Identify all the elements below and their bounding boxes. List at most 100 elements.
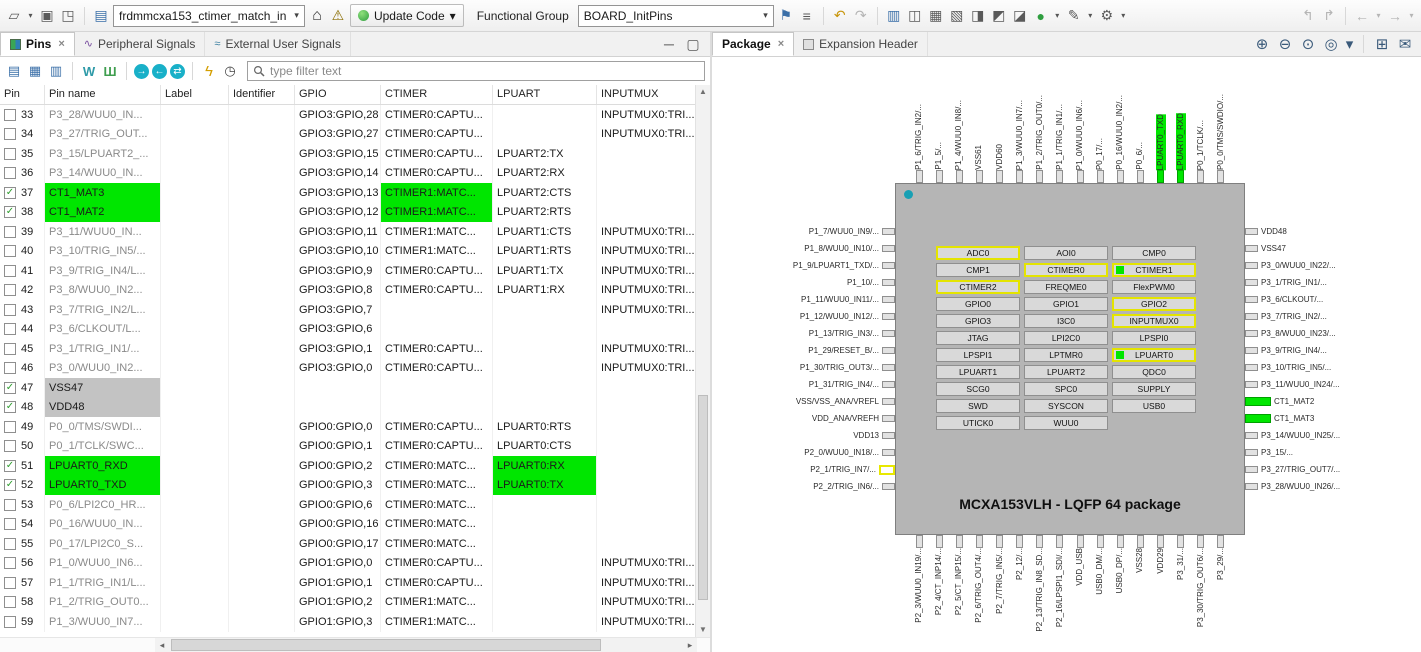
- gpio-cell[interactable]: GPIO0:GPIO,17: [295, 534, 381, 554]
- pin-stub[interactable]: [1245, 397, 1271, 406]
- pin-label[interactable]: P2_6/TRIG_OUT4/...: [974, 548, 984, 623]
- pin-label[interactable]: USB0_DM/...: [1095, 548, 1105, 595]
- tab-pins[interactable]: Pins ×: [0, 32, 75, 56]
- pin-stub[interactable]: [882, 432, 895, 439]
- pin-stub[interactable]: [1177, 535, 1184, 548]
- peripheral-block[interactable]: LPSPI1: [936, 348, 1020, 362]
- row-checkbox[interactable]: [4, 128, 16, 140]
- pin-name-cell[interactable]: P3_27/TRIG_OUT...: [45, 125, 161, 145]
- pin-stub[interactable]: [1245, 330, 1258, 337]
- pin-name-cell[interactable]: LPUART0_TXD: [45, 476, 161, 496]
- row-checkbox[interactable]: ✓: [4, 460, 16, 472]
- table-row[interactable]: ✓38CT1_MAT2GPIO3:GPIO,12CTIMER1:MATC...L…: [0, 203, 697, 223]
- scroll-right-icon[interactable]: ▸: [683, 638, 697, 652]
- pin-label[interactable]: P3_30/TRIG_OUT6/...: [1196, 548, 1206, 627]
- lpuart-cell[interactable]: LPUART0:RTS: [493, 417, 597, 437]
- pin-label[interactable]: VDD13: [853, 431, 879, 441]
- pin-label[interactable]: VDD60: [995, 144, 1005, 170]
- column-header-pin-name[interactable]: Pin name: [45, 85, 161, 104]
- peripheral-block[interactable]: INPUTMUX0: [1112, 314, 1196, 328]
- ctimer-cell[interactable]: [381, 398, 493, 418]
- pin-label[interactable]: P1_9/LPUART1_TXD/...: [793, 261, 879, 271]
- pin-stub[interactable]: [1245, 466, 1258, 473]
- zoom-mode-icon[interactable]: ◎: [1322, 35, 1340, 53]
- identifier-cell[interactable]: [229, 125, 295, 145]
- new-configuration-icon[interactable]: ▱: [5, 7, 23, 25]
- vertical-scrollbar[interactable]: ▲ ▼: [695, 85, 710, 637]
- ctimer-cell[interactable]: CTIMER1:MATC...: [381, 222, 493, 242]
- inputmux-cell[interactable]: INPUTMUX0:TRI...: [597, 261, 697, 281]
- memory-view-icon[interactable]: ▦: [927, 7, 945, 25]
- pin-label[interactable]: P1_12/WUU0_IN12/...: [800, 312, 879, 322]
- inputmux-cell[interactable]: [597, 495, 697, 515]
- identifier-cell[interactable]: [229, 476, 295, 496]
- inputmux-cell[interactable]: INPUTMUX0:TRI...: [597, 554, 697, 574]
- pin-stub[interactable]: [1197, 535, 1204, 548]
- ctimer-cell[interactable]: CTIMER0:CAPTU...: [381, 144, 493, 164]
- pin-label[interactable]: P1_2/TRIG_OUT0/...: [1035, 95, 1045, 170]
- pin-stub[interactable]: [996, 535, 1003, 548]
- log-icon[interactable]: ≡: [798, 7, 816, 25]
- gpio-cell[interactable]: GPIO1:GPIO,0: [295, 554, 381, 574]
- pin-stub[interactable]: [1117, 170, 1124, 183]
- identifier-cell[interactable]: [229, 300, 295, 320]
- identifier-cell[interactable]: [229, 495, 295, 515]
- pin-stub[interactable]: [916, 535, 923, 548]
- gpio-cell[interactable]: [295, 398, 381, 418]
- pin-stub[interactable]: [1245, 432, 1258, 439]
- table-row[interactable]: 41P3_9/TRIG_IN4/L...GPIO3:GPIO,9CTIMER0:…: [0, 261, 697, 281]
- peripheral-block[interactable]: LPUART1: [936, 365, 1020, 379]
- pin-stub[interactable]: [882, 228, 895, 235]
- pin-label[interactable]: P1_0/WUU0_IN6/...: [1075, 100, 1085, 170]
- pin-label[interactable]: P2_12/...: [1015, 548, 1025, 580]
- pin-name-cell[interactable]: VSS47: [45, 378, 161, 398]
- identifier-cell[interactable]: [229, 378, 295, 398]
- console-view-icon[interactable]: ▥: [885, 7, 903, 25]
- scroll-up-icon[interactable]: ▲: [696, 85, 710, 99]
- pin-label[interactable]: P3_6/CLKOUT/...: [1261, 295, 1323, 305]
- ctimer-cell[interactable]: [381, 378, 493, 398]
- pin-label[interactable]: P3_8/WUU0_IN23/...: [1261, 329, 1336, 339]
- gpio-cell[interactable]: GPIO3:GPIO,12: [295, 203, 381, 223]
- pin-stub[interactable]: [1245, 347, 1258, 354]
- pin-stub[interactable]: [1245, 483, 1258, 490]
- annotations-icon[interactable]: ✉: [1396, 35, 1414, 53]
- pin-stub[interactable]: [916, 170, 923, 183]
- pin-name-cell[interactable]: P3_10/TRIG_IN5/...: [45, 242, 161, 262]
- flag-icon[interactable]: ⚑: [777, 7, 795, 25]
- label-cell[interactable]: [161, 495, 229, 515]
- identifier-cell[interactable]: [229, 261, 295, 281]
- row-checkbox[interactable]: [4, 343, 16, 355]
- identifier-cell[interactable]: [229, 437, 295, 457]
- registers-view-icon[interactable]: ◪: [1011, 7, 1029, 25]
- column-header-ctimer[interactable]: CTIMER: [381, 85, 493, 104]
- table-row[interactable]: 49P0_0/TMS/SWDI...GPIO0:GPIO,0CTIMER0:CA…: [0, 417, 697, 437]
- pin-name-cell[interactable]: P3_8/WUU0_IN2...: [45, 281, 161, 301]
- pin-label[interactable]: VDD_ANA/VREFH: [812, 414, 879, 424]
- pin-stub[interactable]: [1056, 170, 1063, 183]
- tools-caret-icon[interactable]: ▾: [1119, 7, 1128, 25]
- identifier-cell[interactable]: [229, 515, 295, 535]
- inputmux-cell[interactable]: [597, 476, 697, 496]
- gpio-cell[interactable]: GPIO3:GPIO,13: [295, 183, 381, 203]
- identifier-cell[interactable]: [229, 554, 295, 574]
- show-routed-pins-icon[interactable]: Ш: [101, 62, 119, 80]
- gpio-cell[interactable]: GPIO0:GPIO,0: [295, 417, 381, 437]
- pin-stub[interactable]: [882, 415, 895, 422]
- inputmux-cell[interactable]: INPUTMUX0:TRI...: [597, 359, 697, 379]
- row-checkbox[interactable]: [4, 284, 16, 296]
- pin-stub[interactable]: [1245, 364, 1258, 371]
- scroll-left-icon[interactable]: ◂: [155, 638, 169, 652]
- inputmux-cell[interactable]: [597, 378, 697, 398]
- peripheral-block[interactable]: CMP0: [1112, 246, 1196, 260]
- label-cell[interactable]: [161, 515, 229, 535]
- swap-pins-icon[interactable]: ⇄: [170, 64, 185, 79]
- pin-name-cell[interactable]: P1_2/TRIG_OUT0...: [45, 593, 161, 613]
- pin-label[interactable]: P1_13/TRIG_IN3/...: [809, 329, 879, 339]
- gpio-cell[interactable]: GPIO0:GPIO,16: [295, 515, 381, 535]
- pin-name-cell[interactable]: P3_0/WUU0_IN2...: [45, 359, 161, 379]
- lpuart-cell[interactable]: LPUART2:CTS: [493, 183, 597, 203]
- pin-stub[interactable]: [882, 245, 895, 252]
- chip-package[interactable]: ADC0AOI0CMP0CMP1CTIMER0CTIMER1CTIMER2FRE…: [895, 183, 1245, 535]
- label-cell[interactable]: [161, 261, 229, 281]
